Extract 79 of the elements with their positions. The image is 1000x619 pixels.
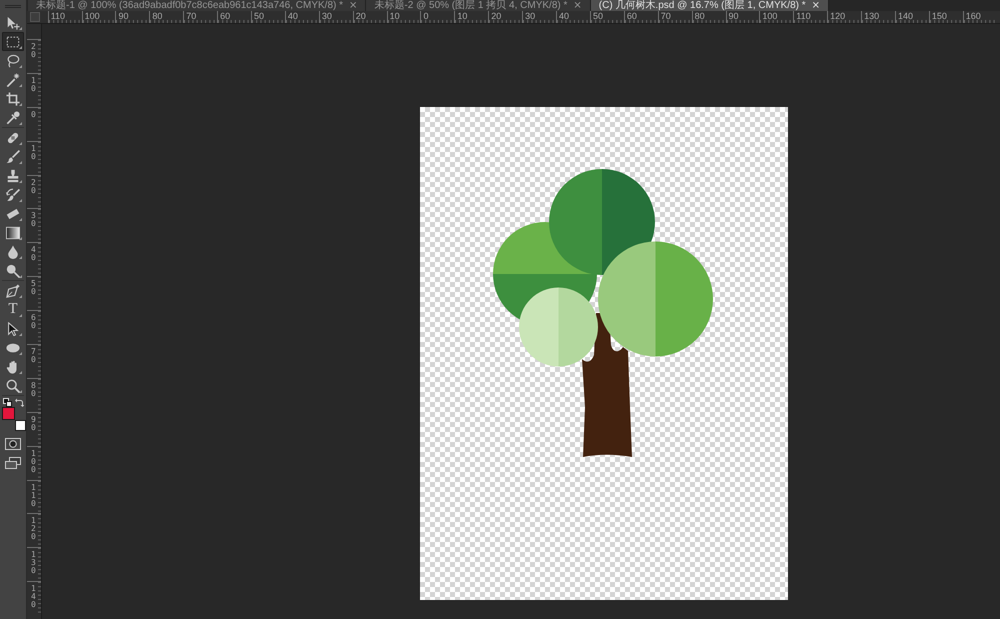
- ruler-number: 10: [31, 76, 36, 93]
- background-color-swatch[interactable]: [14, 420, 26, 431]
- ruler-number: 130: [864, 11, 880, 21]
- close-tab-button[interactable]: ×: [348, 0, 358, 11]
- ruler-number: 90: [118, 11, 128, 21]
- ruler-corner: [30, 12, 40, 22]
- ruler-number: 40: [288, 11, 298, 21]
- quick-mask-button[interactable]: [2, 436, 24, 452]
- history-brush-icon: [6, 188, 20, 202]
- ruler-number: 140: [898, 11, 913, 21]
- ruler-number: 60: [220, 11, 230, 21]
- ruler-number: 120: [830, 11, 846, 21]
- brush-icon: [6, 150, 20, 164]
- ruler-number: 150: [932, 11, 947, 21]
- ruler-number: 80: [694, 11, 705, 21]
- document-tab[interactable]: 未标题-2 @ 50% (图层 1 拷贝 4, CMYK/8) * ×: [366, 0, 591, 11]
- ruler-number: 90: [31, 416, 36, 432]
- ruler-number: 50: [31, 280, 36, 296]
- ruler-number: 50: [254, 11, 264, 21]
- ruler-number: 10: [31, 144, 36, 161]
- ruler-number: 20: [491, 11, 502, 21]
- tool-button[interactable]: T: [2, 300, 24, 319]
- stamp-icon: [6, 168, 20, 182]
- screen-mode-button[interactable]: [2, 455, 24, 471]
- bandage-icon: [6, 130, 20, 144]
- ruler-number: 110: [796, 11, 811, 21]
- quick-mask-icon: [5, 438, 21, 450]
- dashed-rectangle-icon: [6, 34, 20, 48]
- swap-colors-icon[interactable]: [14, 398, 24, 407]
- tool-button[interactable]: [2, 32, 24, 51]
- close-tab-button[interactable]: ×: [572, 0, 583, 11]
- ellipse-icon: [6, 340, 20, 354]
- ruler-number: 30: [31, 212, 36, 228]
- gradient-icon: [6, 226, 20, 240]
- ruler-number: 130: [31, 551, 36, 576]
- ruler-number: 80: [152, 11, 162, 21]
- ruler-number: 110: [31, 484, 36, 508]
- document-tab[interactable]: 未标题-1 @ 100% (36ad9abadf0b7c8c6eab961c143a746, CMYK/8) * ×: [28, 0, 366, 11]
- ruler-number: 100: [31, 450, 36, 474]
- ruler-number: 60: [31, 314, 36, 330]
- ruler-number: 10: [390, 11, 400, 21]
- close-tab-button[interactable]: ×: [810, 0, 822, 11]
- pen-nib-icon: [6, 284, 20, 298]
- ruler-number: 160: [966, 11, 981, 21]
- ruler-number: 100: [762, 11, 778, 21]
- ruler-number: 10: [457, 11, 468, 21]
- eyedropper-icon: [6, 110, 20, 124]
- ruler-number: 20: [31, 43, 36, 59]
- ruler-number: 30: [525, 11, 536, 21]
- ruler-number: 40: [559, 11, 570, 21]
- document-tab[interactable]: (C) 几何树木.psd @ 16.7% (图层 1, CMYK/8) * ×: [590, 0, 830, 11]
- crop-icon: [6, 92, 20, 106]
- ruler-number: 90: [728, 11, 739, 21]
- stacked-windows-icon: [5, 457, 21, 469]
- magnifier-icon: [6, 378, 20, 392]
- ruler-number: 30: [322, 11, 332, 21]
- ruler-number: 40: [31, 246, 36, 262]
- ruler-number: 20: [356, 11, 366, 21]
- magic-wand-icon: [6, 72, 20, 86]
- ruler-number: 70: [660, 11, 671, 21]
- ruler-number: 110: [50, 11, 66, 21]
- foreground-color-swatch[interactable]: [2, 407, 14, 420]
- lasso-icon: [6, 54, 20, 68]
- drop-icon: [6, 244, 20, 258]
- ruler-number: 70: [186, 11, 196, 21]
- ruler-number: 50: [592, 11, 603, 21]
- ruler-number: 100: [84, 11, 100, 21]
- lollipop-icon: [6, 264, 20, 278]
- ruler-number: 0: [423, 11, 428, 21]
- ruler-number: 0: [31, 110, 36, 119]
- ruler-number: 60: [626, 11, 637, 21]
- default-colors-icon[interactable]: [2, 398, 12, 407]
- ruler-number: 70: [31, 348, 36, 364]
- ruler-number: 20: [31, 178, 36, 195]
- move-arrow-icon: [6, 16, 20, 30]
- ruler-number: 120: [31, 517, 36, 542]
- pointer-arrow-icon: [6, 322, 20, 336]
- ruler-number: 80: [31, 382, 36, 398]
- ruler-number: 140: [31, 585, 36, 610]
